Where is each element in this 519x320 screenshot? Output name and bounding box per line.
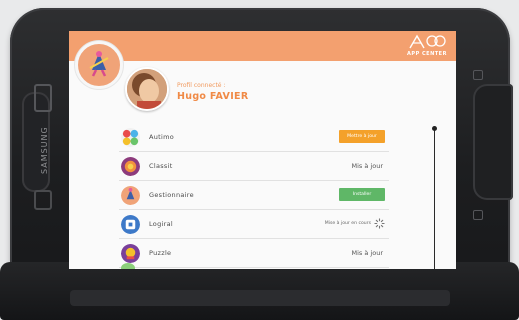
app-mascot-icon	[89, 51, 109, 77]
classit-app-icon	[121, 157, 140, 176]
logiral-app-icon	[121, 215, 140, 234]
app-status: Mis à jour	[351, 249, 384, 257]
puzzle-app-icon	[121, 244, 140, 263]
case-screw-top	[473, 70, 483, 80]
app-status: Mis à jour	[351, 162, 384, 170]
app-row-logiral[interactable]: Logiral Mise à jour en cours	[119, 210, 389, 239]
child-portrait-icon	[127, 69, 167, 109]
loading-spinner-icon	[374, 218, 385, 229]
recent-apps-key[interactable]	[34, 84, 52, 112]
app-name: Logiral	[149, 220, 173, 228]
update-button[interactable]: Mettre à jour	[339, 130, 385, 143]
app-avatar-icon[interactable]	[75, 41, 123, 89]
gestionnaire-app-icon	[121, 186, 140, 205]
app-name: Gestionnaire	[149, 191, 194, 199]
app-name: Autimo	[149, 133, 175, 141]
app-center-label: APP CENTER	[407, 51, 447, 57]
app-name: Puzzle	[149, 249, 172, 257]
case-grip-right	[473, 84, 513, 200]
app-row-autimo[interactable]: Autimo Mettre à jour	[119, 123, 389, 152]
profile-caption: Profil connecté :	[177, 82, 226, 89]
profile-avatar[interactable]	[125, 67, 169, 111]
app-status: Mise à jour en cours	[324, 221, 371, 226]
app-row-puzzle[interactable]: Puzzle Mis à jour	[119, 239, 389, 268]
app-header: APP CENTER	[69, 31, 456, 61]
app-center-logo[interactable]: APP CENTER	[406, 34, 448, 60]
app-name: Classit	[149, 162, 173, 170]
stand-lip	[70, 290, 450, 306]
install-button[interactable]: Installer	[339, 188, 385, 201]
app-row-classit[interactable]: Classit Mis à jour	[119, 152, 389, 181]
device-brand: SAMSUNG	[40, 126, 49, 174]
app-center-logo-icon	[409, 34, 446, 49]
app-list: Autimo Mettre à jour Classit Mis à jour …	[119, 123, 389, 268]
tablet-screen: APP CENTER Profil connecté : Hugo FAVIER	[69, 31, 456, 269]
case-screw-bottom	[473, 210, 483, 220]
autimo-app-icon	[121, 128, 140, 147]
back-key[interactable]	[34, 190, 52, 210]
profile-name: Hugo FAVIER	[177, 91, 249, 102]
scrollbar-track[interactable]	[434, 128, 435, 269]
app-row-gestionnaire[interactable]: Gestionnaire Installer	[119, 181, 389, 210]
scrollbar-thumb[interactable]	[432, 126, 437, 131]
next-app-icon-peek	[121, 263, 135, 269]
